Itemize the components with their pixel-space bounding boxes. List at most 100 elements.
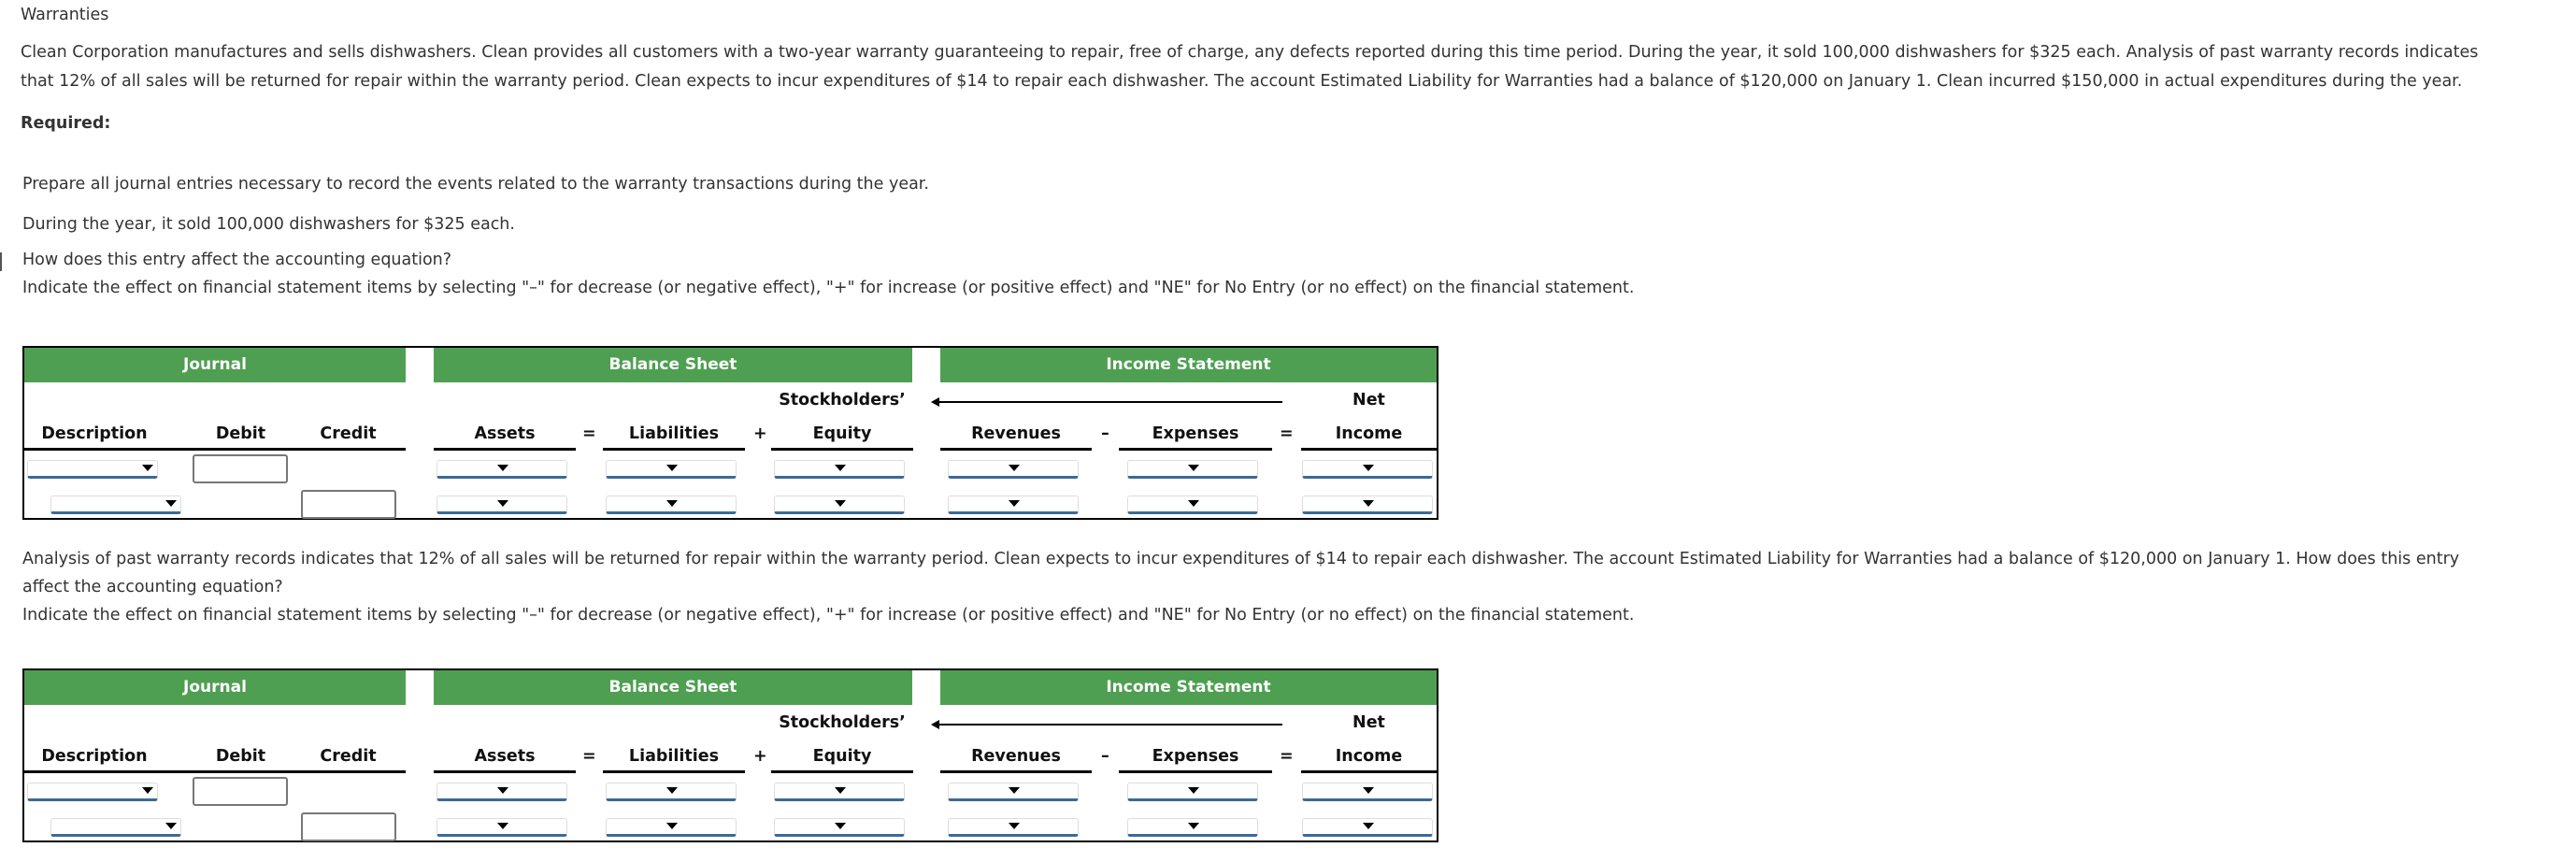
group-header-balance-sheet: Balance Sheet — [434, 348, 912, 382]
header-revenues: Revenues — [971, 424, 1061, 443]
arrow-line — [938, 724, 1282, 726]
divider — [434, 448, 576, 451]
caret-down-icon — [142, 465, 153, 471]
revenues-dropdown[interactable] — [948, 496, 1079, 514]
header-description: Description — [41, 747, 148, 766]
header-equity: Equity — [812, 424, 872, 443]
page-title: Warranties — [21, 6, 109, 24]
net-income-dropdown[interactable] — [1302, 460, 1433, 479]
description-dropdown[interactable] — [50, 496, 181, 514]
net-income-dropdown[interactable] — [1302, 783, 1433, 801]
equity-dropdown[interactable] — [774, 460, 905, 479]
group-header-balance-sheet: Balance Sheet — [434, 670, 912, 705]
equity-dropdown[interactable] — [774, 783, 905, 801]
header-assets: Assets — [474, 747, 536, 766]
header-income: Income — [1335, 424, 1403, 443]
header-net: Net — [1352, 713, 1385, 732]
caret-down-icon — [666, 465, 678, 471]
assets-dropdown[interactable] — [436, 496, 567, 514]
caret-down-icon — [1009, 823, 1020, 829]
header-debit: Debit — [215, 747, 266, 766]
caret-down-icon — [835, 823, 846, 829]
revenues-dropdown[interactable] — [948, 460, 1079, 479]
description-dropdown[interactable] — [27, 460, 158, 479]
caret-down-icon — [1188, 787, 1199, 794]
operator-minus: – — [1101, 747, 1109, 766]
question-marker — [0, 252, 2, 271]
caret-down-icon — [1363, 465, 1374, 471]
assets-dropdown[interactable] — [436, 783, 567, 801]
instruction-text: Prepare all journal entries necessary to… — [22, 175, 929, 194]
liabilities-dropdown[interactable] — [606, 818, 737, 837]
group-header-journal: Journal — [24, 348, 406, 382]
caret-down-icon — [142, 787, 153, 794]
caret-down-icon — [1009, 500, 1020, 507]
group-header-income-statement: Income Statement — [940, 348, 1437, 382]
problem-text-line1: Clean Corporation manufactures and sells… — [21, 43, 2479, 62]
credit-input[interactable] — [301, 490, 396, 519]
caret-down-icon — [666, 823, 678, 829]
caret-down-icon — [666, 500, 678, 507]
expenses-dropdown[interactable] — [1127, 496, 1258, 514]
header-credit: Credit — [320, 424, 377, 443]
equity-dropdown[interactable] — [774, 496, 905, 514]
divider — [771, 448, 913, 451]
indicate-text-2: Indicate the effect on financial stateme… — [22, 606, 1635, 625]
effects-table-1: Journal Balance Sheet Income Statement S… — [22, 346, 1438, 520]
liabilities-dropdown[interactable] — [606, 783, 737, 801]
divider — [940, 770, 1092, 773]
caret-down-icon — [497, 465, 508, 471]
header-revenues: Revenues — [971, 747, 1061, 766]
credit-input[interactable] — [301, 812, 396, 841]
arrow-line — [938, 401, 1282, 403]
header-income: Income — [1335, 747, 1403, 766]
revenues-dropdown[interactable] — [948, 818, 1079, 837]
header-description: Description — [41, 424, 148, 443]
debit-input[interactable] — [193, 454, 288, 483]
assets-dropdown[interactable] — [436, 460, 567, 479]
caret-down-icon — [1363, 823, 1374, 829]
divider — [24, 448, 406, 451]
header-credit: Credit — [320, 747, 377, 766]
expenses-dropdown[interactable] — [1127, 818, 1258, 837]
event-text-2-line1: Analysis of past warranty records indica… — [22, 550, 2460, 568]
caret-down-icon — [1188, 823, 1199, 829]
net-income-dropdown[interactable] — [1302, 818, 1433, 837]
header-debit: Debit — [215, 424, 266, 443]
expenses-dropdown[interactable] — [1127, 460, 1258, 479]
liabilities-dropdown[interactable] — [606, 496, 737, 514]
caret-down-icon — [497, 500, 508, 507]
divider — [603, 770, 745, 773]
effects-table-2: Journal Balance Sheet Income Statement S… — [22, 668, 1438, 842]
assets-dropdown[interactable] — [436, 818, 567, 837]
caret-down-icon — [1363, 500, 1374, 507]
header-equity: Equity — [812, 747, 872, 766]
expenses-dropdown[interactable] — [1127, 783, 1258, 801]
description-dropdown[interactable] — [27, 783, 158, 801]
caret-down-icon — [1363, 787, 1374, 794]
header-expenses: Expenses — [1152, 424, 1239, 443]
debit-input[interactable] — [193, 777, 288, 806]
liabilities-dropdown[interactable] — [606, 460, 737, 479]
divider — [1301, 448, 1437, 451]
divider — [1119, 448, 1272, 451]
divider — [603, 448, 745, 451]
event-text-2-line2: affect the accounting equation? — [22, 578, 283, 596]
operator-equals: = — [582, 747, 596, 766]
caret-down-icon — [1188, 500, 1199, 507]
description-dropdown[interactable] — [50, 818, 181, 837]
revenues-dropdown[interactable] — [948, 783, 1079, 801]
problem-text-line2: that 12% of all sales will be returned f… — [21, 72, 2463, 91]
header-liabilities: Liabilities — [628, 747, 720, 766]
operator-plus: + — [753, 424, 767, 443]
divider — [24, 770, 406, 773]
caret-down-icon — [497, 823, 508, 829]
header-expenses: Expenses — [1152, 747, 1239, 766]
question-text-1: How does this entry affect the accountin… — [22, 251, 452, 269]
divider — [771, 770, 913, 773]
operator-plus: + — [753, 747, 767, 766]
group-header-income-statement: Income Statement — [940, 670, 1437, 705]
operator-minus: – — [1101, 424, 1109, 443]
net-income-dropdown[interactable] — [1302, 496, 1433, 514]
equity-dropdown[interactable] — [774, 818, 905, 837]
